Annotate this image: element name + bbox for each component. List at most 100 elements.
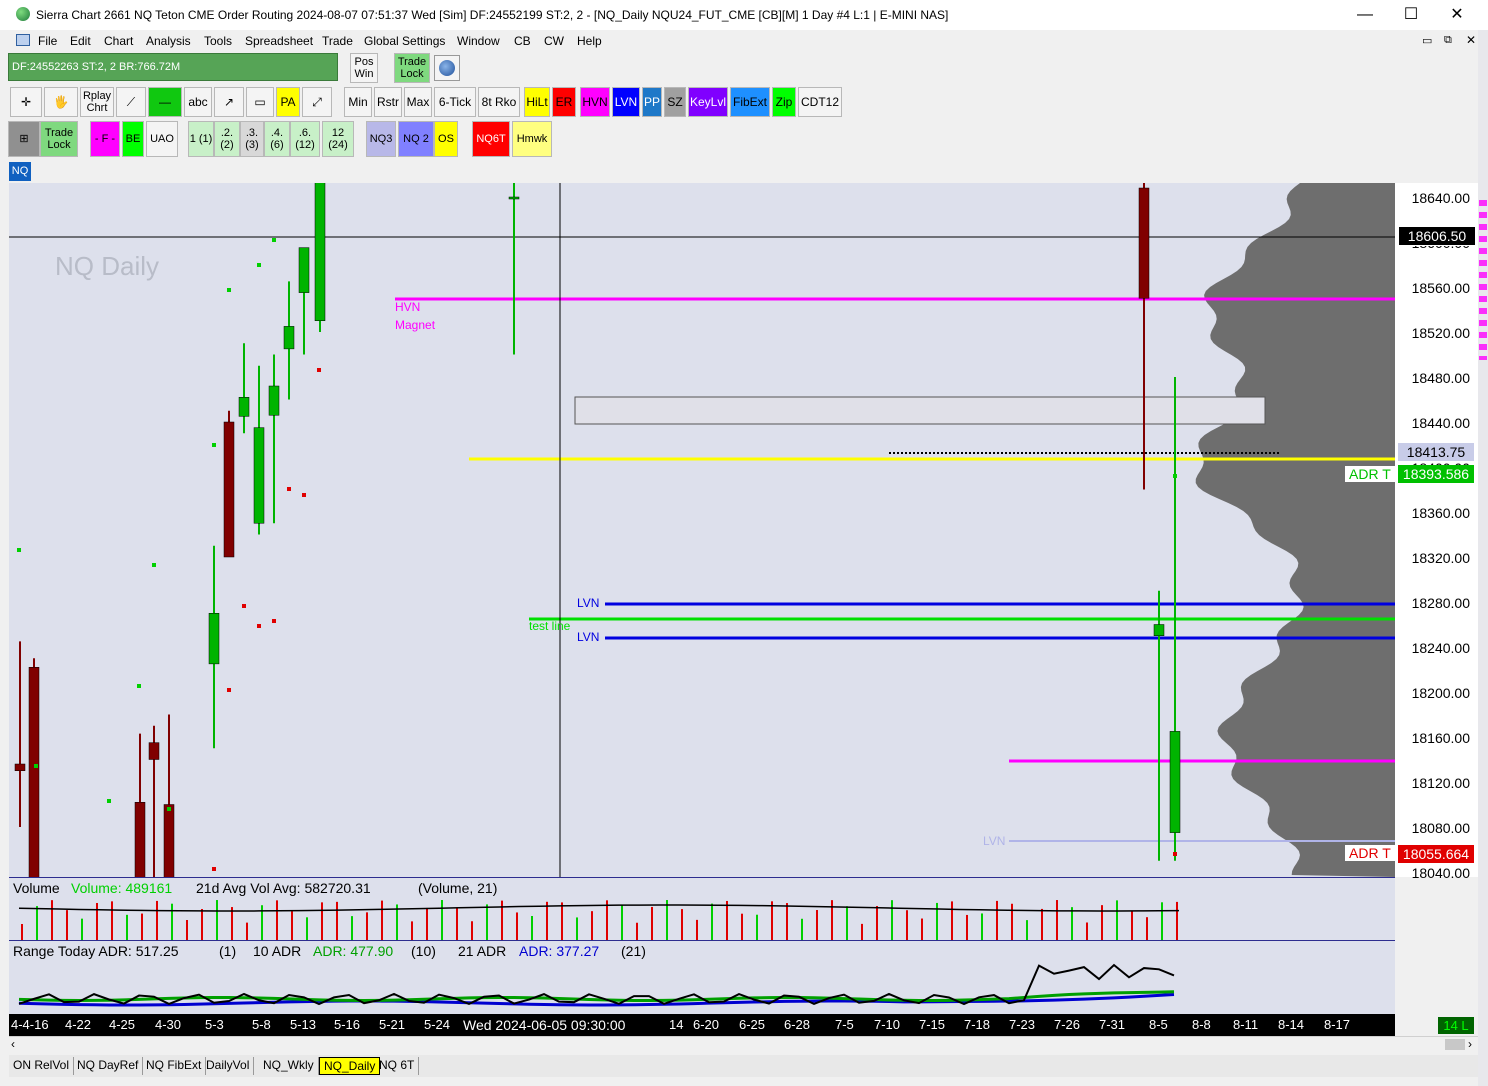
toolbar-button-24[interactable]: CDT12: [798, 87, 842, 117]
scroll-thumb[interactable]: [1445, 1039, 1465, 1050]
tab-nq-dayref[interactable]: NQ DayRef: [73, 1057, 144, 1075]
date-tick: 14: [669, 1017, 684, 1032]
menu-analysis[interactable]: Analysis: [146, 34, 191, 48]
study-button-3[interactable]: BE: [122, 121, 144, 157]
scroll-right-icon[interactable]: ›: [1468, 1037, 1472, 1051]
toolbar-button-4[interactable]: —: [148, 87, 182, 117]
study-button-7[interactable]: .3. (3): [240, 121, 264, 157]
toolbar-button-9[interactable]: ⤢: [302, 87, 332, 117]
menu-edit[interactable]: Edit: [70, 34, 91, 48]
price-tick: 18480.00: [1411, 370, 1470, 386]
mdi-minimize-button[interactable]: ▭: [1422, 34, 1432, 47]
tab-nq-daily[interactable]: NQ_Daily: [319, 1057, 381, 1075]
toolbar-button-16[interactable]: ER: [552, 87, 576, 117]
study-button-13[interactable]: OS: [434, 121, 458, 157]
range-panel[interactable]: Range Today ADR: 517.25 (1) 10 ADR ADR: …: [9, 940, 1395, 1014]
horizontal-scrollbar[interactable]: ‹ ›: [9, 1036, 1479, 1053]
toolbar-button-5[interactable]: abc: [184, 87, 212, 117]
pos-win-button[interactable]: Pos Win: [350, 53, 378, 83]
study-button-9[interactable]: .6. (12): [290, 121, 320, 157]
menu-cw[interactable]: CW: [544, 34, 564, 48]
mdi-close-button[interactable]: ✕: [1466, 33, 1476, 47]
price-tick: 18560.00: [1411, 280, 1470, 296]
title-bar: Sierra Chart 2661 NQ Teton CME Order Rou…: [0, 0, 1488, 30]
toolbar-button-18[interactable]: LVN: [612, 87, 640, 117]
volume-panel[interactable]: Volume Volume: 489161 21d Avg Vol Avg: 5…: [9, 877, 1395, 940]
price-axis[interactable]: 18640.0018600.0018560.0018520.0018480.00…: [1395, 183, 1478, 881]
study-button-4[interactable]: UAO: [146, 121, 178, 157]
toolbar-button-14[interactable]: 8t Rko: [478, 87, 520, 117]
close-button[interactable]: ✕: [1434, 0, 1480, 30]
tab-nq-wkly[interactable]: NQ_Wkly: [259, 1057, 319, 1075]
study-button-1[interactable]: Trade Lock: [40, 121, 78, 157]
toolbar-button-0[interactable]: ✛: [10, 87, 42, 117]
volume-profile: [1195, 183, 1395, 877]
minimize-button[interactable]: —: [1342, 0, 1388, 30]
toolbar-button-1[interactable]: 🖐: [44, 87, 78, 117]
toolbar-button-21[interactable]: KeyLvl: [688, 87, 728, 117]
volume-bar: [786, 903, 788, 940]
study-button-8[interactable]: .4. (6): [264, 121, 290, 157]
symbol-tag[interactable]: NQ: [9, 162, 31, 181]
trade-lock-button[interactable]: Trade Lock: [394, 53, 430, 83]
mdi-restore-button[interactable]: ⧉: [1444, 34, 1452, 47]
toolbar-button-7[interactable]: ▭: [246, 87, 274, 117]
window-title: Sierra Chart 2661 NQ Teton CME Order Rou…: [36, 8, 949, 22]
price-tick: 18640.00: [1411, 190, 1470, 206]
adr-bottom-label: ADR T: [1345, 845, 1395, 861]
toolbar-button-13[interactable]: 6-Tick: [434, 87, 476, 117]
signal-dot: [167, 807, 171, 811]
range-adr21-value: ADR: 377.27: [519, 943, 600, 959]
maximize-button[interactable]: ☐: [1388, 0, 1434, 30]
candlestick-chart[interactable]: [9, 183, 1395, 877]
tab-on-relvol[interactable]: ON RelVol: [9, 1057, 75, 1075]
menu-chart[interactable]: Chart: [104, 34, 133, 48]
menu-trade[interactable]: Trade: [322, 34, 353, 48]
tab-nq-6t[interactable]: NQ 6T: [375, 1057, 420, 1075]
tab-nq-fibext[interactable]: NQ FibExt: [142, 1057, 207, 1075]
toolbar-button-12[interactable]: Max: [404, 87, 432, 117]
candle-body: [283, 326, 295, 350]
toolbar-button-2[interactable]: Rplay Chrt: [80, 87, 114, 117]
menu-file[interactable]: File: [38, 34, 57, 48]
menu-global-settings[interactable]: Global Settings: [364, 34, 445, 48]
study-button-12[interactable]: NQ 2: [398, 121, 434, 157]
scroll-left-icon[interactable]: ‹: [11, 1037, 15, 1051]
volume-bar: [411, 921, 413, 940]
toolbar-button-23[interactable]: Zip: [772, 87, 796, 117]
study-button-11[interactable]: NQ3: [366, 121, 396, 157]
toolbar-button-15[interactable]: HiLt: [524, 87, 550, 117]
study-button-15[interactable]: Hmwk: [512, 121, 552, 157]
volume-bar: [756, 914, 758, 940]
study-button-10[interactable]: 12 (24): [322, 121, 354, 157]
date-tick: 6-20: [693, 1017, 720, 1032]
study-button-0[interactable]: ⊞: [8, 121, 40, 157]
toolbar-button-17[interactable]: HVN: [580, 87, 610, 117]
study-button-2[interactable]: - F -: [90, 121, 120, 157]
toolbar-button-6[interactable]: ↗: [214, 87, 244, 117]
date-axis[interactable]: 4-4-16 4-22 4-25 4-30 5-3 5-8 5-13 5-16 5-21 5-24…: [9, 1014, 1395, 1036]
toolbar-button-20[interactable]: SZ: [664, 87, 686, 117]
study-button-14[interactable]: NQ6T: [472, 121, 510, 157]
toolbar-button-8[interactable]: PA: [276, 87, 300, 117]
volume-bar: [456, 908, 458, 940]
menu-window[interactable]: Window: [457, 34, 500, 48]
tab-dailyvol[interactable]: DailyVol: [202, 1057, 255, 1075]
toolbar-button-11[interactable]: Rstr: [374, 87, 402, 117]
toolbar-button-19[interactable]: PP: [642, 87, 662, 117]
candle-body: [208, 613, 220, 665]
study-button-6[interactable]: .2. (2): [214, 121, 240, 157]
price-chart[interactable]: NQ Daily HVN Magnet LVN LVN LVN test lin…: [9, 183, 1395, 877]
candle-body: [1169, 731, 1181, 833]
toolbar-button-3[interactable]: ⟋: [116, 87, 146, 117]
menu-spreadsheet[interactable]: Spreadsheet: [245, 34, 313, 48]
globe-icon[interactable]: [434, 55, 460, 81]
study-button-5[interactable]: 1 (1): [188, 121, 214, 157]
menu-tools[interactable]: Tools: [204, 34, 232, 48]
volume-bar: [471, 921, 473, 940]
volume-bar: [951, 901, 953, 940]
toolbar-button-10[interactable]: Min: [344, 87, 372, 117]
menu-help[interactable]: Help: [577, 34, 602, 48]
menu-cb[interactable]: CB: [514, 34, 531, 48]
toolbar-button-22[interactable]: FibExt: [730, 87, 770, 117]
